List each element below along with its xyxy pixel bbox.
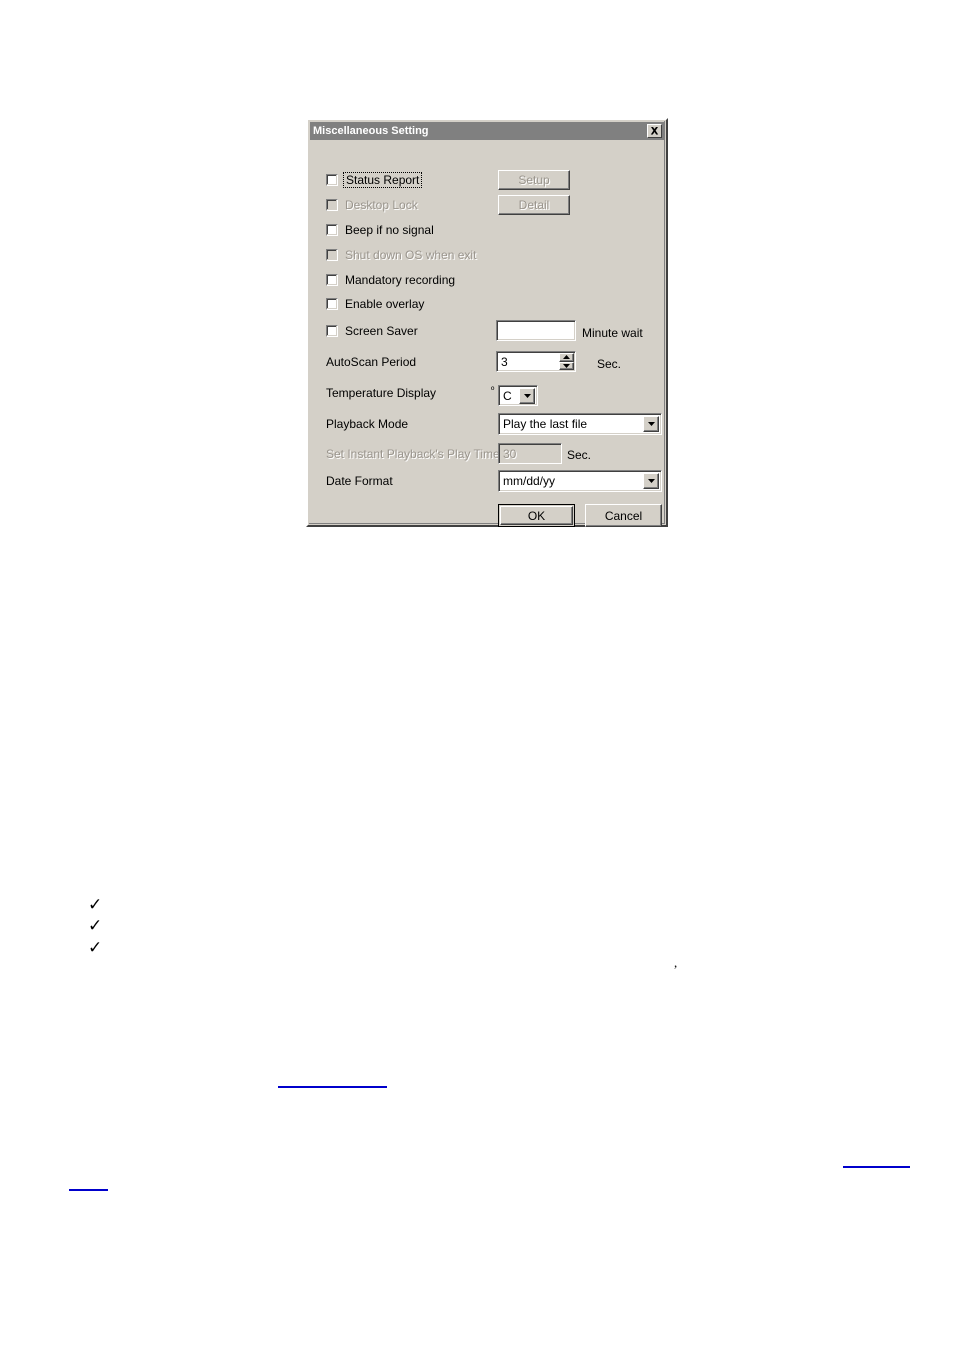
checkbox-desktop-lock[interactable]: Desktop Lock <box>326 194 418 216</box>
playback-mode-label: Playback Mode <box>326 417 409 431</box>
row-instant-playback-time: Set Instant Playback's Play Time 30 Sec. <box>310 443 664 465</box>
detail-button[interactable]: Detail <box>498 195 570 215</box>
ok-button[interactable]: OK <box>498 504 575 527</box>
screen-saver-minutes-input[interactable] <box>496 320 576 341</box>
row-desktop-lock: Desktop Lock Detail <box>310 194 664 216</box>
date-format-label: Date Format <box>326 474 393 488</box>
detail-button-label: Detail <box>518 198 550 212</box>
close-glyph <box>650 127 659 135</box>
setup-button-label: Setup <box>518 173 550 187</box>
dialog-titlebar[interactable]: Miscellaneous Setting <box>310 122 664 140</box>
ok-button-label: OK <box>527 508 546 523</box>
checkbox-screen-saver[interactable]: Screen Saver <box>326 320 418 342</box>
row-shutdown-os: Shut down OS when exit <box>310 244 664 266</box>
checkbox-box-status-report[interactable] <box>326 174 338 186</box>
dialog-title: Miscellaneous Setting <box>313 125 429 137</box>
row-screen-saver: Screen Saver Minute wait <box>310 320 664 342</box>
checkbox-box-shut-down-os-when-exit[interactable] <box>326 249 338 261</box>
chevron-down-glyph <box>523 393 531 398</box>
cancel-button-label: Cancel <box>604 508 643 523</box>
checkbox-label-status-report: Status Report <box>343 172 423 188</box>
chevron-down-icon[interactable] <box>643 473 659 489</box>
checkbox-shut-down-os-when-exit[interactable]: Shut down OS when exit <box>326 244 476 266</box>
row-beep-no-signal: Beep if no signal <box>310 219 664 241</box>
row-autoscan-period: AutoScan Period 3 Sec. <box>310 351 664 373</box>
row-playback-mode: Playback Mode Play the last file <box>310 413 664 435</box>
checkbox-beep-if-no-signal[interactable]: Beep if no signal <box>326 219 434 241</box>
checkbox-label-mandatory-recording: Mandatory recording <box>345 273 456 287</box>
chevron-down-icon <box>563 363 570 368</box>
checkbox-label-screen-saver: Screen Saver <box>345 324 418 338</box>
checkbox-box-desktop-lock[interactable] <box>326 199 338 211</box>
checkbox-enable-overlay[interactable]: Enable overlay <box>326 293 424 315</box>
cancel-button[interactable]: Cancel <box>585 504 662 527</box>
autoscan-period-stepper-up[interactable] <box>559 353 574 362</box>
chevron-down-icon[interactable] <box>643 416 659 432</box>
hyperlink-underline[interactable] <box>278 1086 387 1088</box>
row-temperature-display: Temperature Display º C <box>310 382 664 406</box>
autoscan-period-stepper-down[interactable] <box>559 361 574 370</box>
checkbox-label-desktop-lock: Desktop Lock <box>345 198 418 212</box>
autoscan-period-stepper[interactable] <box>559 353 574 370</box>
checkbox-box-screen-saver[interactable] <box>326 325 338 337</box>
temperature-display-value: C <box>503 388 512 403</box>
checkbox-label-beep-if-no-signal: Beep if no signal <box>345 223 434 237</box>
date-format-combo[interactable]: mm/dd/yy <box>498 470 662 492</box>
list-item-bullet: ✓ <box>88 938 103 957</box>
chevron-down-icon[interactable] <box>519 387 535 404</box>
list-item-bullet: ✓ <box>88 895 103 914</box>
chevron-down-glyph <box>647 479 655 483</box>
stray-punctuation-mark: , <box>674 955 678 970</box>
row-enable-overlay: Enable overlay <box>310 293 664 315</box>
close-icon[interactable] <box>647 124 662 138</box>
dialog-client-area: Status Report Setup Desktop Lock Detail … <box>310 141 664 527</box>
checkbox-box-enable-overlay[interactable] <box>326 298 338 310</box>
playback-mode-value: Play the last file <box>503 417 588 431</box>
row-status-report: Status Report Setup <box>310 169 664 191</box>
chevron-down-glyph <box>647 422 655 426</box>
list-item-bullet: ✓ <box>88 916 103 935</box>
temperature-display-label: Temperature Display <box>326 386 437 400</box>
checkbox-status-report[interactable]: Status Report <box>326 169 423 191</box>
chevron-up-icon <box>563 355 570 360</box>
instant-playback-suffix-label: Sec. <box>567 448 592 462</box>
temperature-display-combo[interactable]: C <box>498 385 538 406</box>
instant-playback-time-label: Set Instant Playback's Play Time <box>326 447 500 461</box>
checkbox-box-beep-if-no-signal[interactable] <box>326 224 338 236</box>
date-format-value: mm/dd/yy <box>503 474 556 488</box>
playback-mode-combo[interactable]: Play the last file <box>498 413 662 435</box>
screen-saver-suffix-label: Minute wait <box>582 326 643 340</box>
checkbox-label-enable-overlay: Enable overlay <box>345 297 425 311</box>
row-dialog-buttons: OK Cancel <box>310 504 664 527</box>
instant-playback-time-input[interactable]: 30 <box>498 443 562 464</box>
row-date-format: Date Format mm/dd/yy <box>310 470 664 492</box>
autoscan-period-suffix-label: Sec. <box>597 357 622 371</box>
checkbox-label-shut-down-os-when-exit: Shut down OS when exit <box>345 248 477 262</box>
hyperlink-underline[interactable] <box>69 1189 108 1191</box>
checkbox-mandatory-recording[interactable]: Mandatory recording <box>326 269 455 291</box>
hyperlink-underline[interactable] <box>843 1166 910 1168</box>
row-mandatory-recording: Mandatory recording <box>310 269 664 291</box>
setup-button[interactable]: Setup <box>498 170 570 190</box>
checkbox-box-mandatory-recording[interactable] <box>326 274 338 286</box>
ok-button-face: OK <box>500 506 573 525</box>
autoscan-period-label: AutoScan Period <box>326 355 417 369</box>
degree-symbol-icon: º <box>491 385 495 395</box>
miscellaneous-setting-dialog: Miscellaneous Setting Status Report Setu… <box>306 118 668 527</box>
